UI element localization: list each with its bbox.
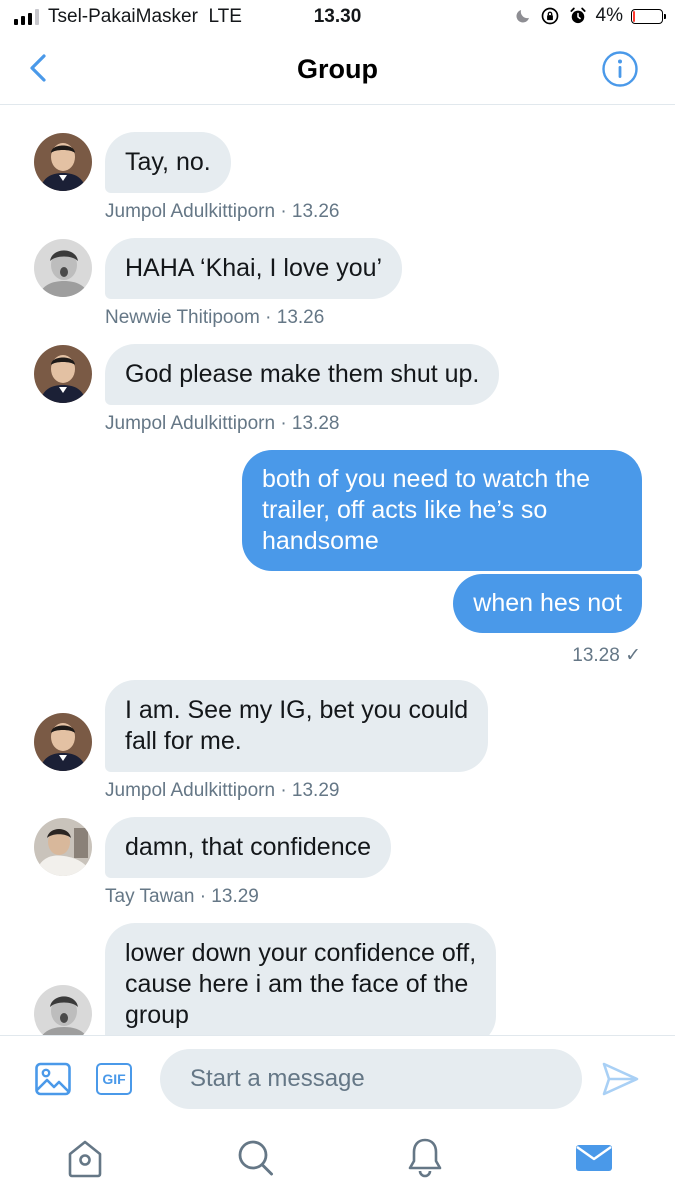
dm-conversation-screen: Tsel-PakaiMasker LTE 13.30 4% Group Tay,… [0,0,675,1200]
message-bubble[interactable]: God please make them shut up. [105,344,500,405]
avatar[interactable] [34,985,92,1035]
message-composer: GIF [0,1035,675,1122]
search-icon[interactable] [235,1137,275,1179]
message-bubble[interactable]: I am. See my IG, bet you could fall for … [105,680,489,772]
message-meta: Jumpol Adulkittiporn · 13.29 [105,780,340,801]
send-icon[interactable] [600,1060,640,1098]
avatar[interactable] [34,345,92,403]
battery-level [633,10,636,22]
message-meta: 13.28 ✓ [572,645,641,666]
battery-percent: 4% [595,5,623,26]
mail-icon[interactable] [574,1137,614,1179]
conversation-title: Group [297,54,378,84]
message-bubble[interactable]: lower down your confidence off, cause he… [105,923,497,1035]
message-meta: Tay Tawan · 13.29 [105,886,259,907]
message-bubble[interactable]: HAHA ‘Khai, I love you’ [105,238,403,299]
conversation-header: Group [0,34,675,105]
alarm-icon [569,7,586,24]
avatar[interactable] [34,713,92,771]
avatar[interactable] [34,133,92,191]
status-bar: Tsel-PakaiMasker LTE 13.30 4% [0,0,675,34]
message-bubble[interactable]: Tay, no. [105,132,231,193]
message-bubble-outgoing[interactable]: when hes not [453,574,642,633]
battery-icon [631,8,666,24]
message-list[interactable]: Tay, no. Jumpol Adulkittiporn · 13.26 HA… [0,105,675,1035]
message-meta: Newwie Thitipoom · 13.26 [105,307,325,328]
message-bubble-outgoing[interactable]: both of you need to watch the trailer, o… [242,450,642,571]
image-icon[interactable] [34,1060,72,1098]
tab-bar [0,1121,675,1200]
message-meta: Jumpol Adulkittiporn · 13.28 [105,413,340,434]
message-bubble[interactable]: damn, that confidence [105,817,391,878]
gif-button[interactable]: GIF [96,1063,132,1095]
message-input[interactable] [160,1049,582,1109]
info-icon[interactable] [601,50,639,88]
bell-icon[interactable] [405,1137,445,1179]
message-meta: Jumpol Adulkittiporn · 13.26 [105,201,340,222]
rotation-lock-icon [541,7,558,25]
avatar[interactable] [34,239,92,297]
home-icon[interactable] [65,1137,105,1179]
avatar[interactable] [34,818,92,876]
moon-icon [516,10,529,23]
